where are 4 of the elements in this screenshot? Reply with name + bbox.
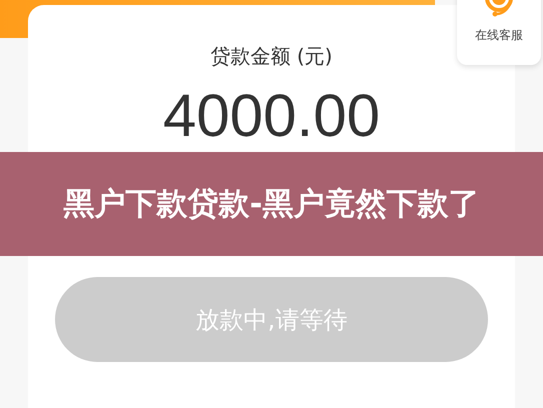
customer-service-button[interactable]: 在线客服 [457, 0, 541, 65]
banner-title: 黑户下款贷款-黑户竟然下款了 [64, 184, 480, 224]
loan-amount-label: 贷款金额 (元) [210, 43, 332, 70]
loan-amount: 4000.00 [163, 83, 380, 149]
